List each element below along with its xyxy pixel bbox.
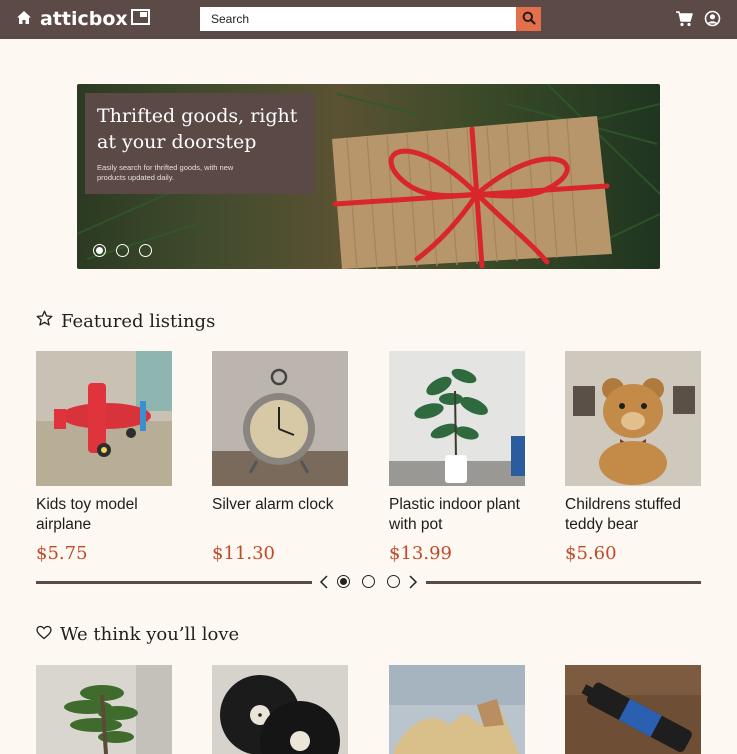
hero-subtitle: Easily search for thrifted goods, with n… xyxy=(97,163,234,182)
product-card[interactable]: Silver alarm clock $11.30 xyxy=(212,351,349,564)
cart-icon[interactable] xyxy=(675,10,693,32)
product-card[interactable] xyxy=(36,665,173,754)
hero-banner[interactable]: Thrifted goods, right at your doorstep E… xyxy=(77,84,660,269)
product-image-telescope[interactable] xyxy=(565,665,701,754)
hero-dot-1[interactable] xyxy=(93,244,106,257)
hero-dot-2[interactable] xyxy=(116,244,129,257)
pager-dot-1[interactable] xyxy=(337,575,350,588)
product-name[interactable]: Kids toy model airplane xyxy=(36,495,173,535)
product-image-teddy-bear[interactable] xyxy=(565,351,701,486)
product-image-toy-airplane[interactable] xyxy=(36,351,172,486)
product-price: $13.99 xyxy=(389,543,452,564)
product-card[interactable]: Plastic indoor plant with pot $13.99 xyxy=(389,351,526,564)
search-bar xyxy=(200,7,541,31)
chevron-left-icon[interactable] xyxy=(319,575,329,594)
product-name[interactable]: Silver alarm clock xyxy=(212,495,349,535)
product-price: $11.30 xyxy=(212,543,275,564)
featured-pager xyxy=(36,574,701,590)
product-card[interactable]: Childrens stuffed teddy bear $5.60 xyxy=(565,351,702,564)
logo-text: atticbox xyxy=(40,8,128,30)
product-image-indoor-plant[interactable] xyxy=(389,351,525,486)
recommended-title-text: We think you’ll love xyxy=(60,624,240,645)
top-navigation-bar: atticbox xyxy=(0,0,737,39)
home-icon xyxy=(16,8,32,30)
featured-section-title: Featured listings xyxy=(36,310,215,332)
product-image-bonsai-tree[interactable] xyxy=(36,665,172,754)
product-image-alarm-clock[interactable] xyxy=(212,351,348,486)
pager-track-left xyxy=(36,581,312,584)
pager-dots xyxy=(337,575,400,588)
pager-dot-3[interactable] xyxy=(387,575,400,588)
pager-track-right xyxy=(426,581,701,584)
product-card[interactable] xyxy=(212,665,349,754)
heart-icon xyxy=(36,624,60,645)
recommended-section-title: We think you’ll love xyxy=(36,624,239,645)
hero-carousel-dots xyxy=(93,244,152,257)
product-card[interactable] xyxy=(389,665,526,754)
hero-title: Thrifted goods, right at your doorstep xyxy=(97,105,298,153)
search-icon xyxy=(522,11,536,28)
product-name[interactable]: Plastic indoor plant with pot xyxy=(389,495,526,535)
box-icon xyxy=(130,8,150,30)
logo[interactable]: atticbox xyxy=(16,8,150,30)
star-icon xyxy=(36,310,61,332)
hero-dot-3[interactable] xyxy=(139,244,152,257)
hero-text-card: Thrifted goods, right at your doorstep E… xyxy=(85,93,315,194)
product-price: $5.60 xyxy=(565,543,617,564)
product-card[interactable] xyxy=(565,665,702,754)
product-name[interactable]: Childrens stuffed teddy bear xyxy=(565,495,702,535)
product-image-vinyl-records[interactable] xyxy=(212,665,348,754)
product-card[interactable]: Kids toy model airplane $5.75 xyxy=(36,351,173,564)
account-icon[interactable] xyxy=(704,10,721,32)
featured-title-text: Featured listings xyxy=(61,310,216,332)
product-price: $5.75 xyxy=(36,543,88,564)
search-input[interactable] xyxy=(200,7,516,31)
pager-dot-2[interactable] xyxy=(362,575,375,588)
chevron-right-icon[interactable] xyxy=(408,575,418,594)
product-image-wooden-toys[interactable] xyxy=(389,665,525,754)
search-button[interactable] xyxy=(516,7,541,31)
